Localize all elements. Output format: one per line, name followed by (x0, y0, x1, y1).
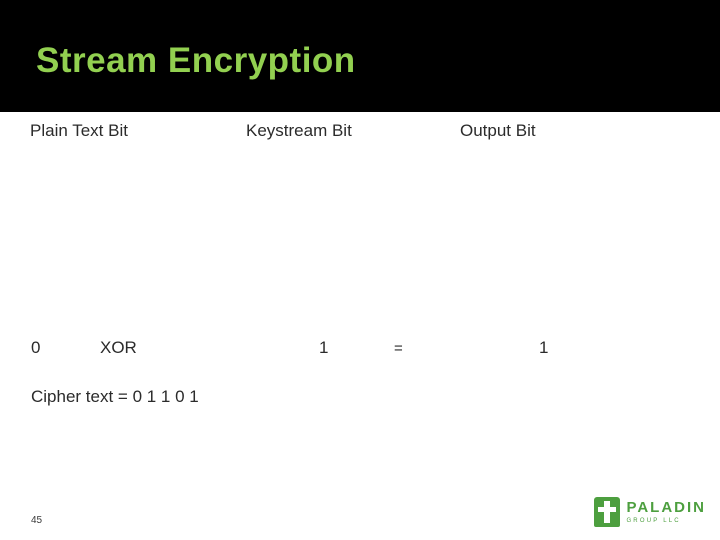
page-title: Stream Encryption (36, 41, 356, 80)
logo-text-block: PALADIN GROUP LLC (626, 500, 706, 524)
slide: Stream Encryption Plain Text Bit Keystre… (0, 0, 720, 540)
output-bit-value: 1 (539, 338, 549, 357)
logo-tagline: GROUP LLC (626, 518, 681, 524)
column-header-output-bit: Output Bit (460, 121, 536, 140)
page-number: 45 (31, 515, 43, 526)
plain-text-bit-value: 0 (31, 338, 41, 357)
shield-icon (594, 497, 621, 527)
paladin-logo: PALADIN GROUP LLC (594, 494, 706, 530)
title-band: Stream Encryption (0, 0, 720, 112)
keystream-bit-value: 1 (319, 338, 329, 357)
equals-sign: = (394, 340, 403, 357)
slide-body: Plain Text Bit Keystream Bit Output Bit … (0, 112, 720, 540)
xor-operator-label: XOR (100, 338, 137, 357)
cipher-text-line: Cipher text = 0 1 1 0 1 (31, 387, 199, 406)
column-header-keystream-bit: Keystream Bit (246, 121, 352, 140)
logo-name: PALADIN (626, 499, 706, 516)
column-header-plain-text-bit: Plain Text Bit (30, 121, 128, 140)
